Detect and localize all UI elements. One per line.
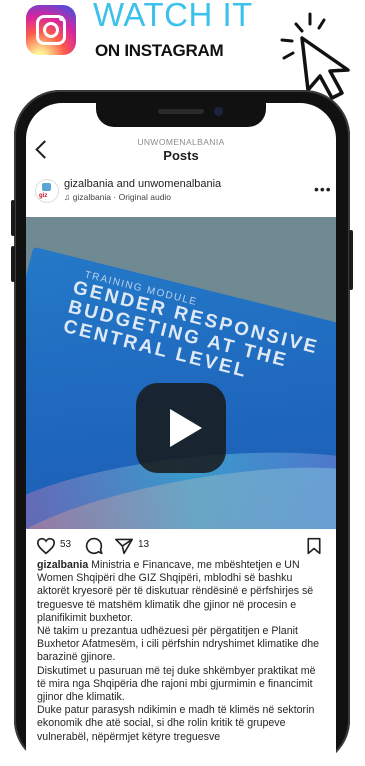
avatar[interactable]: giz [35, 179, 59, 203]
click-cursor-icon [280, 12, 350, 100]
share-icon[interactable] [114, 537, 134, 555]
caption-paragraph-3: Diskutimet u pasuruan më tej duke shkëmb… [37, 664, 316, 704]
like-count: 53 [60, 539, 72, 550]
audio-label: gizalbania · Original audio [72, 192, 172, 202]
audio-line[interactable]: ♫ gizalbania · Original audio [64, 192, 171, 202]
page-title: Posts [163, 148, 199, 163]
watch-it-label: WATCH IT [93, 0, 253, 33]
caption-username[interactable]: gizalbania [37, 559, 88, 571]
instagram-icon[interactable] [26, 5, 76, 55]
on-instagram-label: ON INSTAGRAM [95, 41, 224, 60]
heart-icon[interactable] [36, 537, 56, 555]
more-horizontal-icon[interactable]: ••• [314, 181, 332, 197]
post-media[interactable]: TRAINING MODULE GENDER RESPONSIVE BUDGET… [26, 217, 336, 529]
account-name: UNWOMENALBANIA [137, 137, 225, 147]
post-caption: gizalbania Ministria e Financave, me mbë… [37, 559, 327, 744]
post-actions: 53 13 [26, 533, 336, 557]
caption-paragraph-2: Në takim u prezantua udhëzuesi për përga… [37, 625, 320, 664]
comment-icon[interactable] [84, 537, 104, 555]
caption-paragraph-4: Duke patur parasysh ndikimin e madh të k… [37, 704, 315, 743]
play-button[interactable] [136, 383, 226, 473]
bookmark-icon[interactable] [306, 537, 322, 555]
music-note-icon: ♫ [64, 192, 71, 202]
phone-screen: UNWOMENALBANIA Posts giz gizalbania and … [26, 103, 336, 766]
share-count: 13 [138, 539, 150, 550]
play-icon [170, 409, 202, 447]
post-authors[interactable]: gizalbania and unwomenalbania [64, 178, 221, 190]
phone-notch [96, 103, 266, 127]
